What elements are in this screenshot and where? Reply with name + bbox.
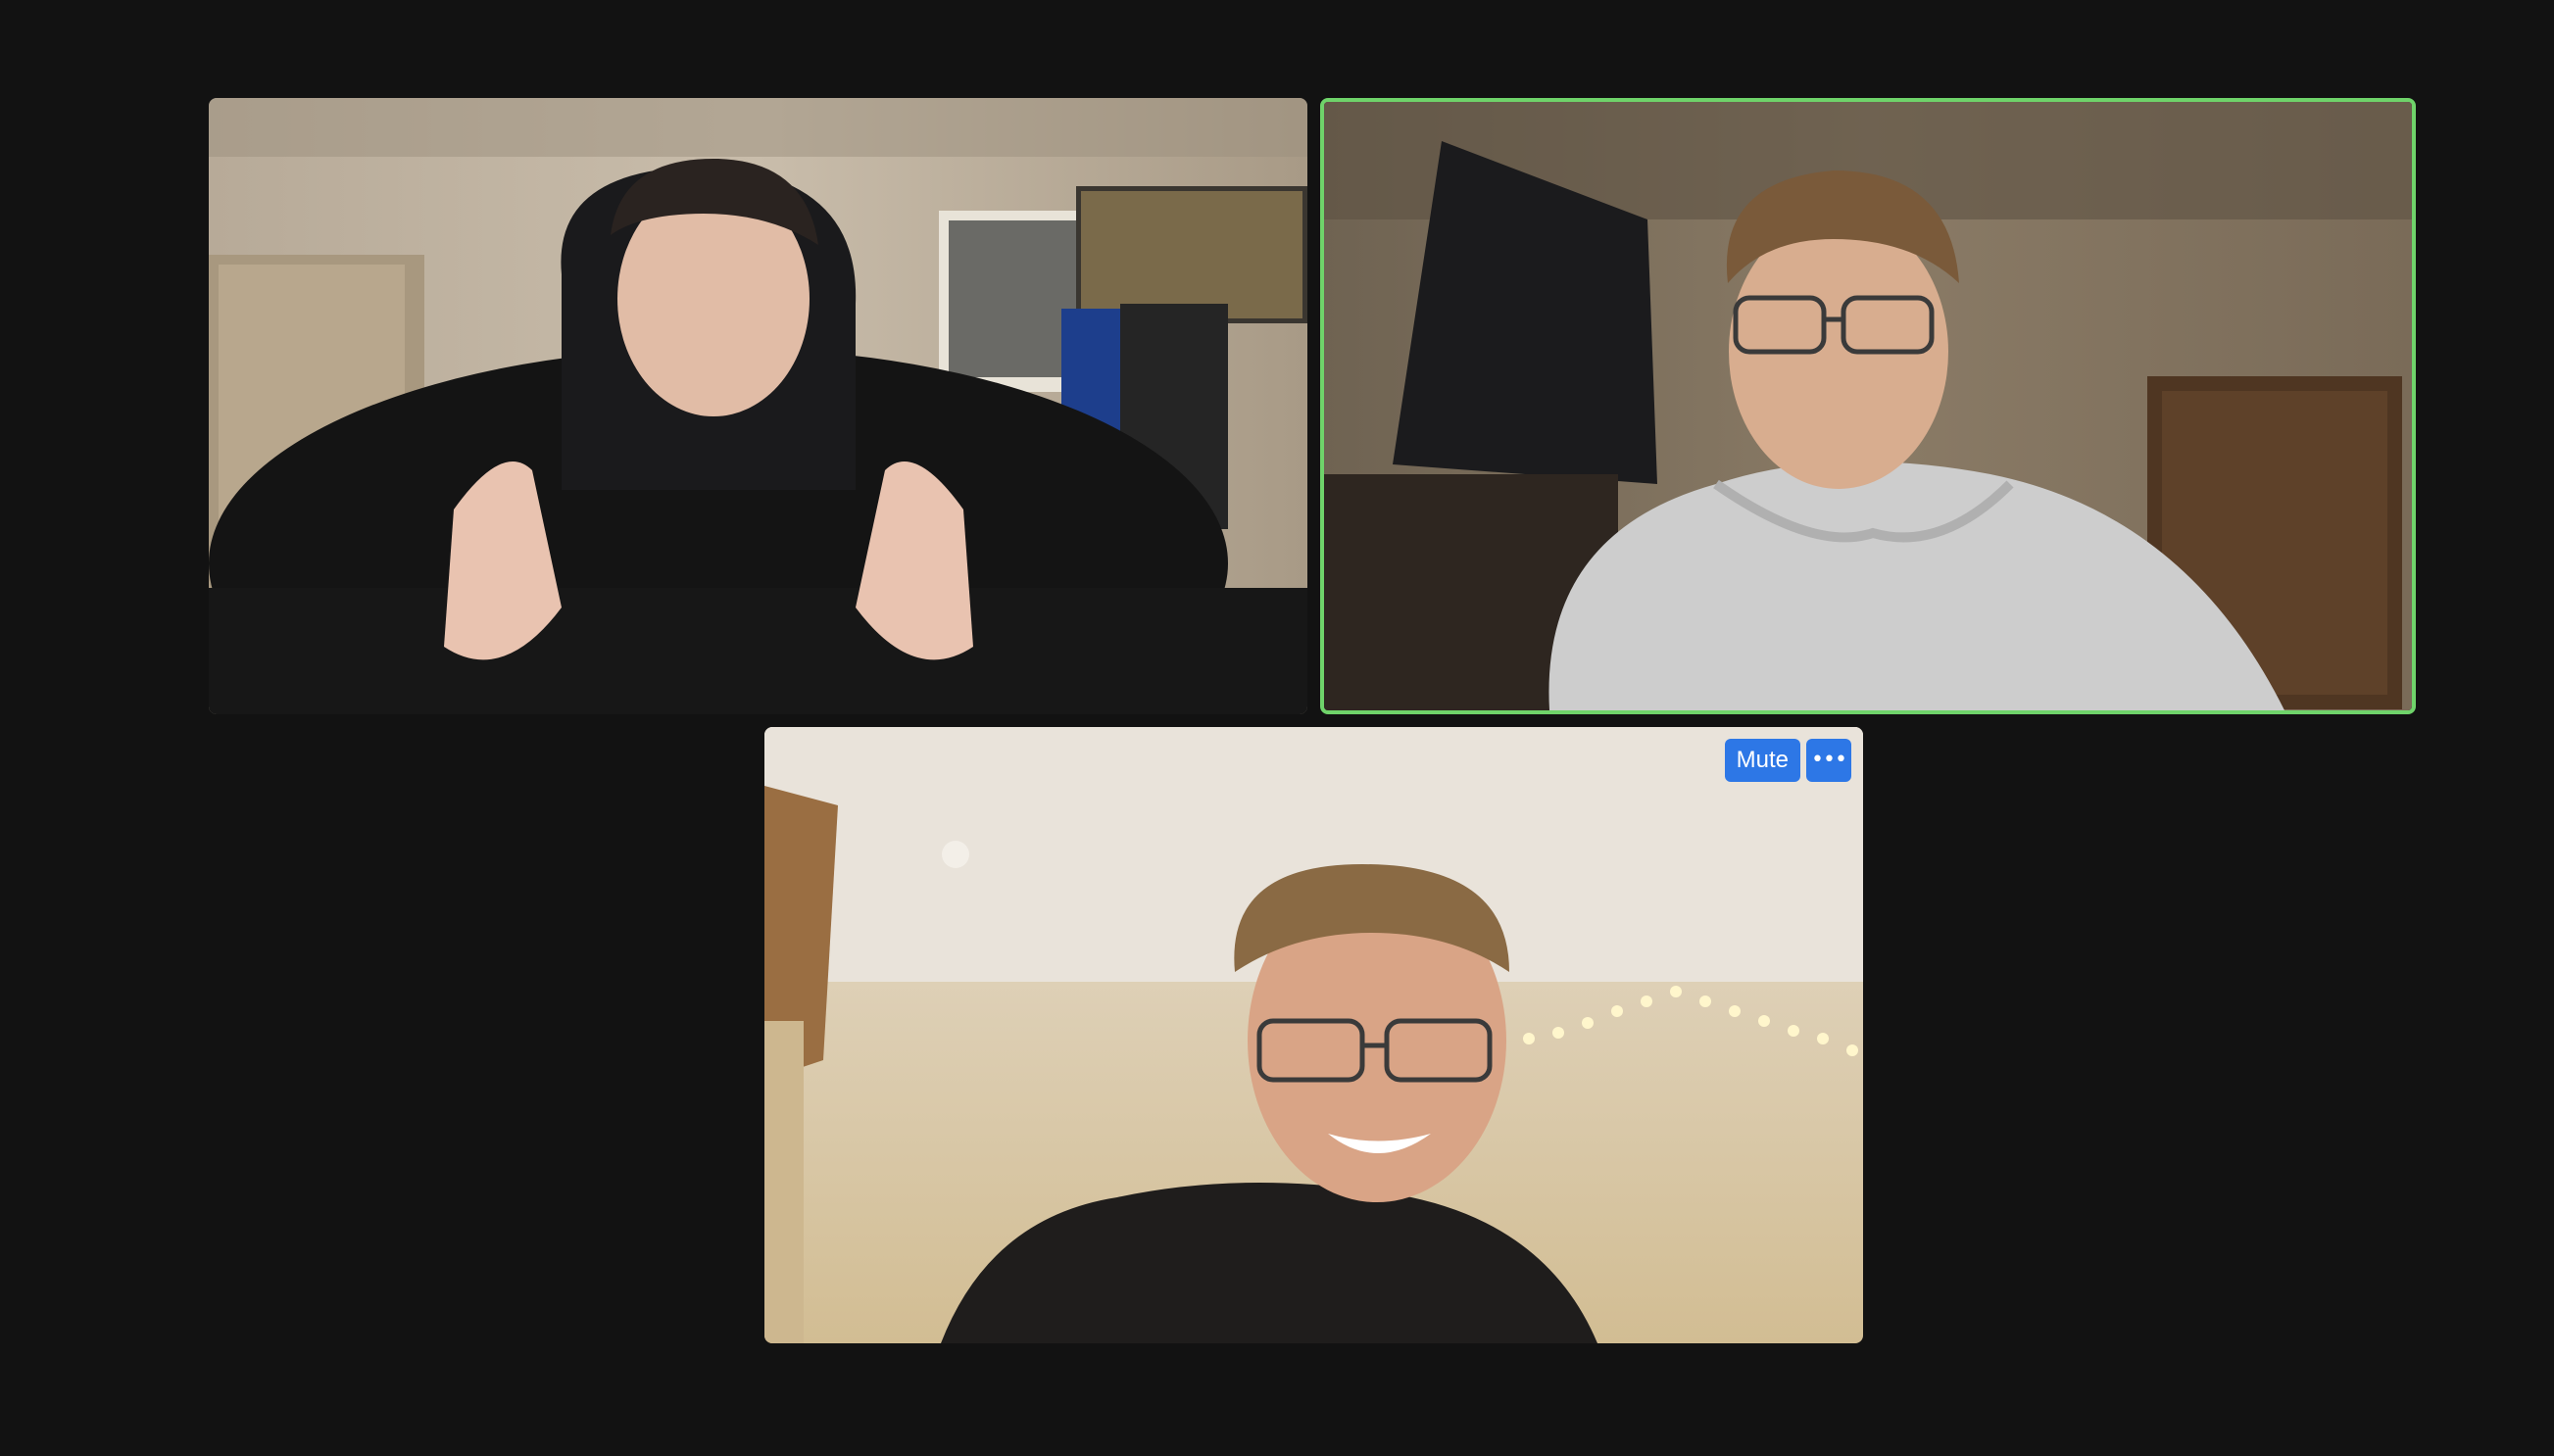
mute-participant-button[interactable]: Mute: [1724, 739, 1800, 782]
more-options-button[interactable]: •••: [1806, 739, 1851, 782]
participant-video-1: [209, 98, 1307, 714]
participant-video-tile-1[interactable]: [209, 98, 1307, 714]
tile-controls: Mute •••: [1724, 739, 1851, 782]
video-gallery: Mute •••: [0, 0, 2554, 1456]
participant-video-3: [764, 727, 1863, 1343]
participant-video-2: [1324, 102, 2412, 710]
participant-video-tile-2[interactable]: [1320, 98, 2416, 714]
participant-video-tile-3[interactable]: Mute •••: [764, 727, 1863, 1343]
